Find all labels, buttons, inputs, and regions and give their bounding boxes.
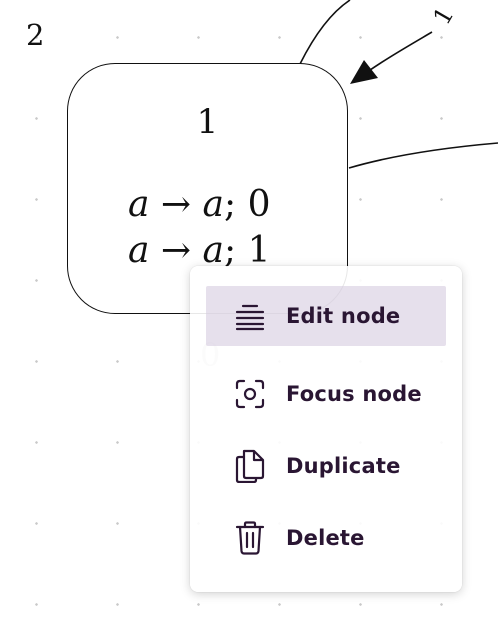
rule-from: a	[128, 184, 150, 225]
menu-item-delete[interactable]: Delete	[206, 508, 446, 568]
menu-item-focus-node[interactable]: Focus node	[206, 364, 446, 424]
node-id: 1	[196, 102, 219, 142]
rule-value: 1	[247, 230, 271, 271]
menu-item-label: Focus node	[286, 382, 422, 406]
rule-arrow: →	[160, 184, 192, 225]
rule-sep: ;	[224, 184, 237, 225]
rule-to: a	[202, 230, 225, 271]
menu-item-label: Edit node	[286, 304, 401, 328]
menu-item-duplicate[interactable]: Duplicate	[206, 436, 446, 496]
focus-frame-icon	[232, 376, 268, 412]
rule-sep: ;	[224, 230, 237, 271]
lines-icon	[232, 298, 268, 334]
rule-arrow: →	[160, 230, 192, 271]
rule-to: a	[202, 184, 225, 225]
duplicate-icon	[232, 448, 268, 484]
edge-label-top-right: 1	[428, 2, 460, 29]
transition-rule: a → a; 1	[128, 230, 271, 271]
edge-incoming-from-node-2[interactable]	[299, 0, 351, 65]
context-menu: Edit node Focus node Duplicate Delete	[190, 266, 462, 592]
menu-item-edit-node[interactable]: Edit node	[206, 286, 446, 346]
rule-value: 0	[247, 184, 271, 225]
rule-from: a	[128, 230, 150, 271]
transition-rule: a → a; 0	[128, 184, 271, 225]
arrowhead-icon	[350, 60, 378, 84]
edge-outgoing-right[interactable]	[348, 142, 498, 169]
menu-item-label: Duplicate	[286, 454, 401, 478]
node-2-label: 2	[26, 18, 45, 52]
trash-icon	[232, 520, 268, 556]
menu-item-label: Delete	[286, 526, 365, 550]
